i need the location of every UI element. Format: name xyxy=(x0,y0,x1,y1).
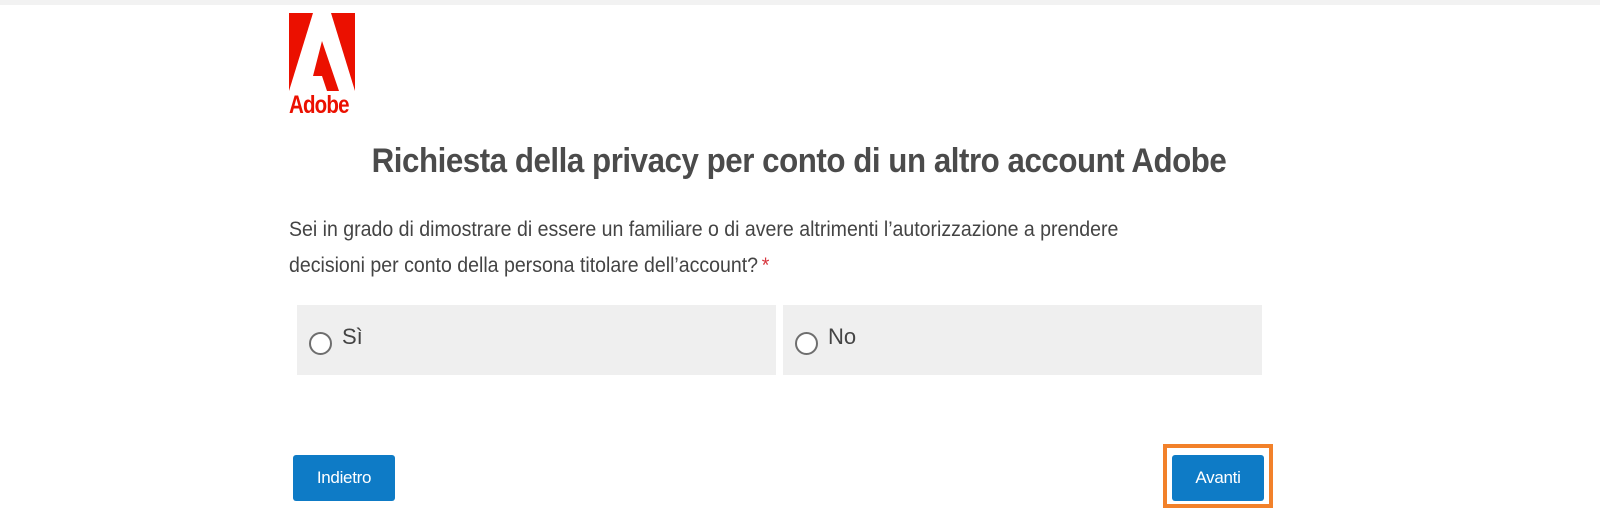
option-no[interactable]: No xyxy=(783,305,1262,375)
top-strip xyxy=(0,0,1600,5)
adobe-logo-icon xyxy=(289,13,355,91)
radio-no[interactable] xyxy=(795,331,818,355)
question-label: Sei in grado di dimostrare di essere un … xyxy=(289,218,1119,277)
option-yes-label: Sì xyxy=(342,324,363,349)
back-button[interactable]: Indietro xyxy=(293,455,395,501)
option-yes[interactable]: Sì xyxy=(297,305,776,375)
option-no-label: No xyxy=(828,324,857,349)
adobe-logo: Adobe xyxy=(289,13,355,123)
question-text: Sei in grado di dimostrare di essere un … xyxy=(289,212,1182,284)
radio-yes[interactable] xyxy=(309,331,332,355)
page-title: Richiesta della privacy per conto di un … xyxy=(371,142,1227,180)
adobe-logo-text: Adobe xyxy=(289,91,349,119)
next-button[interactable]: Avanti xyxy=(1172,455,1264,501)
required-mark: * xyxy=(761,254,770,277)
